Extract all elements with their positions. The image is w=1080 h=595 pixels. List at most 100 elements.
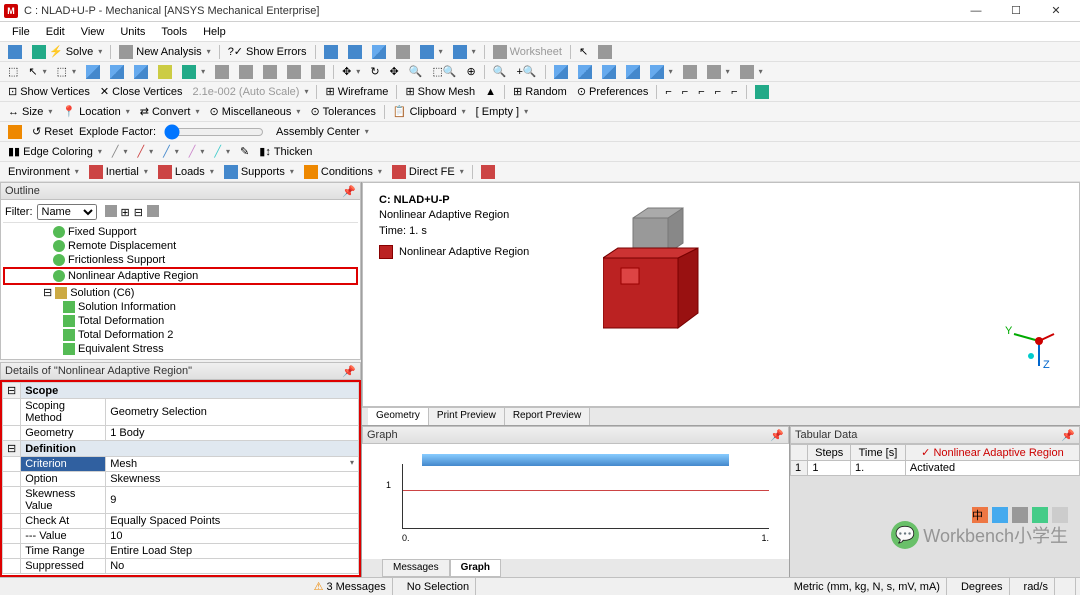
environment-dropdown[interactable]: Environment bbox=[4, 164, 83, 180]
filter-i1[interactable] bbox=[105, 205, 117, 220]
scale-dropdown[interactable]: 2.1e-002 (Auto Scale) bbox=[188, 84, 312, 100]
ec-1[interactable]: ╱ bbox=[108, 143, 132, 160]
graph-pin[interactable]: 📌 bbox=[770, 429, 784, 442]
rotate-icon[interactable]: ↻ bbox=[366, 63, 383, 80]
cursor-icon[interactable]: ↖ bbox=[575, 43, 592, 60]
tree-remote-disp[interactable]: Remote Displacement bbox=[3, 239, 358, 253]
pan-icon[interactable]: ✥ bbox=[386, 63, 403, 80]
axis-1[interactable]: ⌐ bbox=[661, 84, 675, 100]
filter-i3[interactable]: ⊟ bbox=[134, 206, 143, 219]
status-rads[interactable]: rad/s bbox=[1018, 578, 1055, 595]
tbv-9[interactable] bbox=[235, 63, 257, 81]
tb-icon-3[interactable] bbox=[368, 43, 390, 61]
menu-units[interactable]: Units bbox=[112, 24, 153, 40]
direct-fe-dropdown[interactable]: Direct FE bbox=[388, 163, 468, 181]
checkat-value[interactable]: Equally Spaced Points bbox=[106, 514, 359, 529]
tbv-8[interactable] bbox=[211, 63, 233, 81]
tab-print-preview[interactable]: Print Preview bbox=[429, 408, 505, 425]
pin-icon[interactable]: 📌 bbox=[342, 185, 356, 198]
tb-icon-6[interactable] bbox=[449, 43, 480, 61]
ec-4[interactable]: ╱ bbox=[185, 143, 209, 160]
geometry-value[interactable]: 1 Body bbox=[106, 426, 359, 441]
filter-i4[interactable] bbox=[147, 205, 159, 220]
tree-nonlinear-adaptive[interactable]: Nonlinear Adaptive Region bbox=[3, 267, 358, 285]
menu-edit[interactable]: Edit bbox=[38, 24, 73, 40]
td-activated[interactable]: Activated bbox=[905, 461, 1079, 476]
mesh-icon[interactable]: ▲ bbox=[481, 84, 500, 100]
tbv-24[interactable] bbox=[598, 63, 620, 81]
td-time[interactable]: 1. bbox=[851, 461, 906, 476]
tb-icon-1[interactable] bbox=[320, 43, 342, 61]
menu-help[interactable]: Help bbox=[195, 24, 234, 40]
show-errors-button[interactable]: ?✓ Show Errors bbox=[224, 43, 311, 60]
convert-dropdown[interactable]: ⇄ Convert bbox=[136, 103, 204, 120]
select-icon[interactable]: ⬚ bbox=[4, 63, 22, 80]
conditions-dropdown[interactable]: Conditions bbox=[300, 163, 386, 181]
suppressed-value[interactable]: No bbox=[106, 559, 359, 574]
tb-icon-7[interactable] bbox=[594, 43, 616, 61]
refresh-button[interactable] bbox=[4, 43, 26, 61]
misc-dropdown[interactable]: ⊙ Miscellaneous bbox=[206, 103, 305, 120]
tbv-25[interactable] bbox=[622, 63, 644, 81]
timerange-value[interactable]: Entire Load Step bbox=[106, 544, 359, 559]
tbv-7[interactable] bbox=[178, 63, 209, 81]
tbv-11[interactable] bbox=[283, 63, 305, 81]
close-button[interactable]: ✕ bbox=[1036, 1, 1076, 21]
filter-select[interactable]: Name bbox=[37, 204, 97, 220]
ec-5[interactable]: ╱ bbox=[210, 143, 234, 160]
tb-icon-4[interactable] bbox=[392, 43, 414, 61]
tree-solution[interactable]: ⊟ Solution (C6) bbox=[3, 285, 358, 300]
worksheet-button[interactable]: Worksheet bbox=[489, 43, 566, 61]
skewness-value[interactable]: 9 bbox=[106, 487, 359, 514]
tab-geometry[interactable]: Geometry bbox=[368, 408, 429, 425]
show-mesh-button[interactable]: ⊞ Show Mesh bbox=[401, 83, 479, 100]
tbv-12[interactable] bbox=[307, 63, 329, 81]
tbv-21[interactable]: +🔍 bbox=[512, 63, 540, 80]
td-steps[interactable]: 1 bbox=[808, 461, 851, 476]
scoping-method-value[interactable]: Geometry Selection bbox=[106, 399, 359, 426]
zoom-box-icon[interactable]: ⬚🔍 bbox=[428, 63, 460, 80]
new-analysis-button[interactable]: New Analysis bbox=[115, 43, 214, 61]
viewport-3d[interactable]: C: NLAD+U-P Nonlinear Adaptive Region Ti… bbox=[362, 182, 1080, 407]
value-value[interactable]: 10 bbox=[106, 529, 359, 544]
tb-icon-2[interactable] bbox=[344, 43, 366, 61]
tbv-5[interactable] bbox=[130, 63, 152, 81]
tree-solution-info[interactable]: Solution Information bbox=[3, 300, 358, 314]
axis-2[interactable]: ⌐ bbox=[678, 84, 692, 100]
menu-file[interactable]: File bbox=[4, 24, 38, 40]
edge-coloring-dropdown[interactable]: ▮▮ Edge Coloring bbox=[4, 143, 106, 160]
tbv-1[interactable]: ↖ bbox=[24, 63, 50, 80]
status-units[interactable]: Metric (mm, kg, N, s, mV, mA) bbox=[788, 578, 947, 595]
outline-tree[interactable]: Fixed Support Remote Displacement Fricti… bbox=[3, 223, 358, 358]
graph-body[interactable]: 1 0. 1. bbox=[362, 444, 789, 559]
ec-pen[interactable]: ✎ bbox=[236, 143, 253, 160]
filter-i2[interactable]: ⊞ bbox=[121, 206, 130, 219]
tree-fixed-support[interactable]: Fixed Support bbox=[3, 225, 358, 239]
cat-scope-toggle[interactable]: ⊟ bbox=[3, 383, 21, 399]
iso-icon[interactable] bbox=[574, 63, 596, 81]
menu-view[interactable]: View bbox=[73, 24, 113, 40]
tab-messages[interactable]: Messages bbox=[382, 559, 450, 577]
axis-triad[interactable]: Z Y bbox=[999, 316, 1059, 376]
tbv-28[interactable] bbox=[703, 63, 734, 81]
th-nlad[interactable]: ✓ Nonlinear Adaptive Region bbox=[905, 445, 1079, 461]
details-pin-icon[interactable]: 📌 bbox=[342, 365, 356, 378]
tbv-27[interactable] bbox=[679, 63, 701, 81]
location-dropdown[interactable]: 📍 Location bbox=[58, 103, 133, 120]
tolerances-button[interactable]: ⊙ Tolerances bbox=[306, 103, 379, 120]
tbv-10[interactable] bbox=[259, 63, 281, 81]
axis-5[interactable]: ⌐ bbox=[727, 84, 741, 100]
random-button[interactable]: ⊞ Random bbox=[509, 83, 571, 100]
wireframe-button[interactable]: ⊞ Wireframe bbox=[321, 83, 392, 100]
tab-report-preview[interactable]: Report Preview bbox=[505, 408, 590, 425]
th-time[interactable]: Time [s] bbox=[851, 445, 906, 461]
thicken-button[interactable]: ▮↕ Thicken bbox=[255, 143, 316, 160]
tbv-22[interactable] bbox=[550, 63, 572, 81]
criterion-value[interactable]: Mesh bbox=[106, 457, 359, 472]
explode-icon[interactable] bbox=[4, 123, 26, 141]
show-vertices-button[interactable]: ⊡ Show Vertices bbox=[4, 83, 94, 100]
status-messages[interactable]: ⚠3 Messages bbox=[308, 578, 393, 595]
tbv-2[interactable]: ⬚ bbox=[53, 63, 80, 80]
reset-button[interactable]: ↺ Reset bbox=[28, 123, 77, 140]
assembly-dropdown[interactable]: Assembly Center bbox=[272, 124, 373, 140]
